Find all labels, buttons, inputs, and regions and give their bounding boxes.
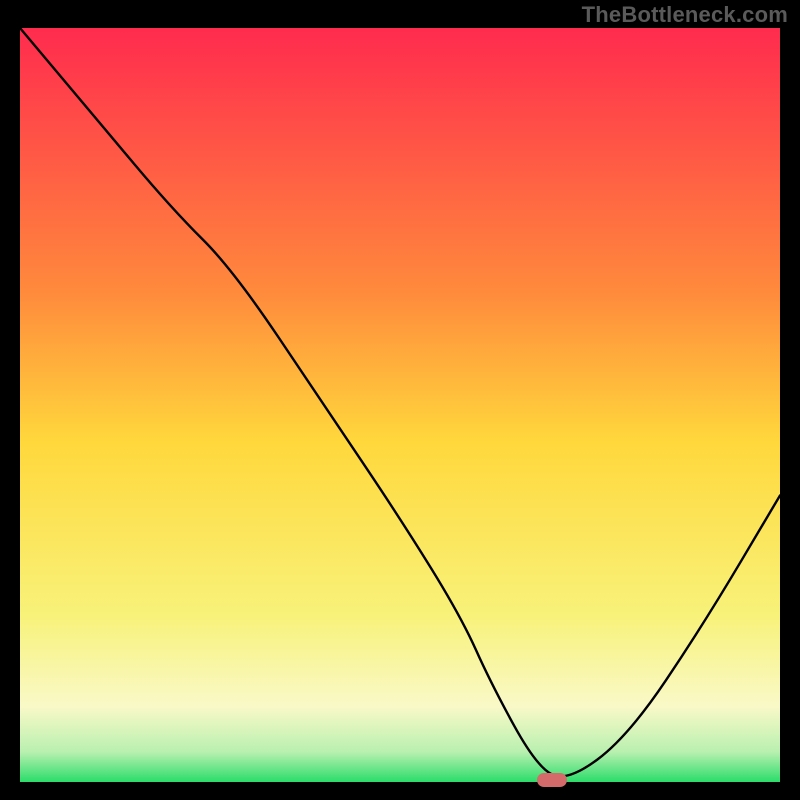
optimal-marker	[537, 773, 567, 787]
watermark-label: TheBottleneck.com	[582, 2, 788, 28]
gradient-background	[20, 28, 780, 782]
bottleneck-chart	[0, 0, 800, 800]
chart-frame: TheBottleneck.com	[0, 0, 800, 800]
